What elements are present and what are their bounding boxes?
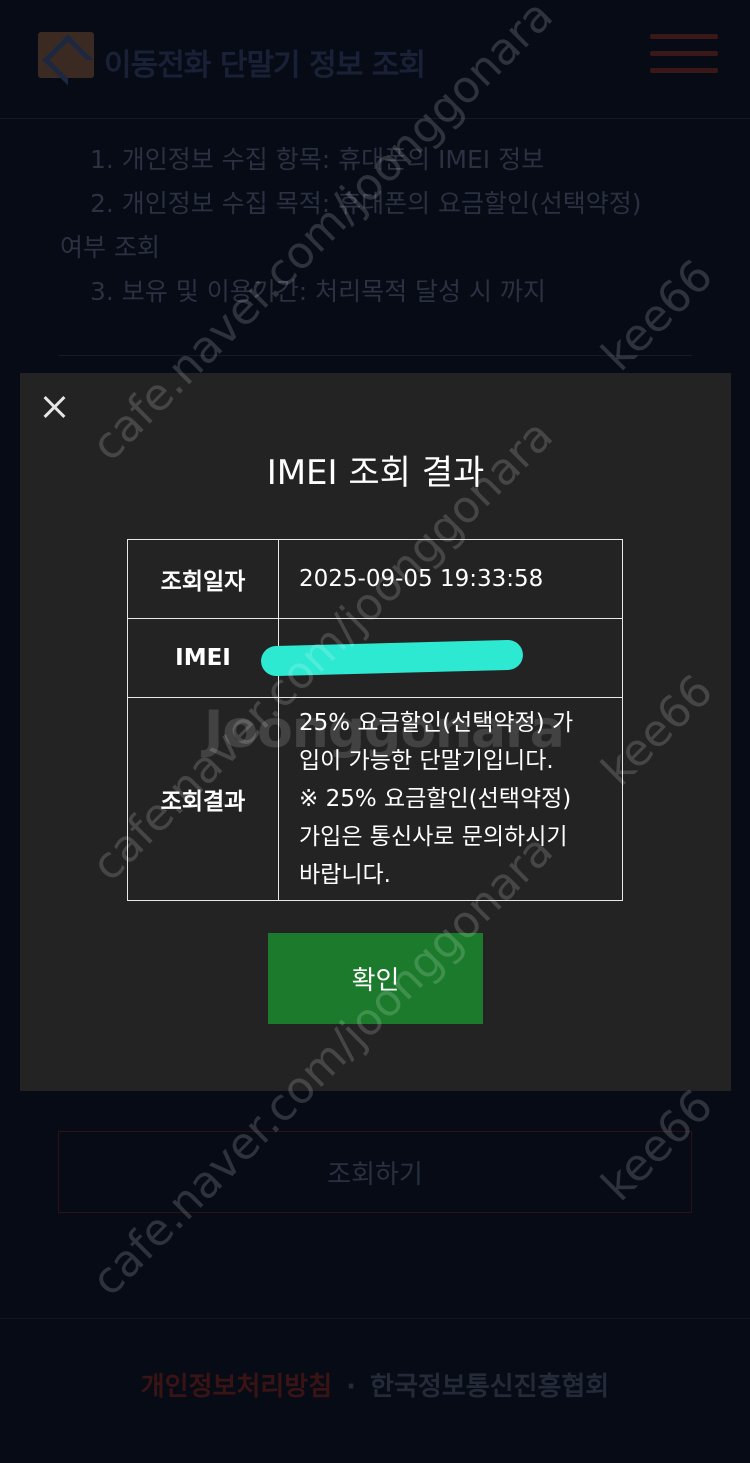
row-value-date: 2025-09-05 19:33:58 xyxy=(278,539,623,619)
row-value-imei xyxy=(260,618,623,698)
row-label-result: 조회결과 xyxy=(127,697,279,901)
modal-title: IMEI 조회 결과 xyxy=(266,453,485,493)
result-line: 바랍니다. xyxy=(299,862,391,888)
row-label-date: 조회일자 xyxy=(127,539,279,619)
consent-line-retention: 3. 보유 및 이용기간: 처리목적 달성 시 까지 xyxy=(90,277,546,306)
result-table: 조회일자 2025-09-05 19:33:58 IMEI 조회결과 25% 요… xyxy=(127,539,623,901)
footer-separator: · xyxy=(346,1372,357,1402)
table-row: 조회일자 2025-09-05 19:33:58 xyxy=(127,539,623,619)
confirm-button[interactable]: 확인 xyxy=(268,933,483,1024)
section-divider xyxy=(58,355,692,356)
privacy-policy-link[interactable]: 개인정보처리방침 xyxy=(141,1372,332,1402)
result-line: 25% 요금할인(선택약정) 가 xyxy=(299,710,574,736)
site-logo-icon[interactable] xyxy=(38,32,94,78)
consent-line-purpose: 2. 개인정보 수집 목적: 휴대폰의 요금할인(선택약정) xyxy=(90,189,642,218)
table-row: 조회결과 25% 요금할인(선택약정) 가 입이 가능한 단말기입니다. ※ 2… xyxy=(127,697,623,901)
search-button[interactable]: 조회하기 xyxy=(58,1131,692,1213)
result-line: 입이 가능한 단말기입니다. xyxy=(299,748,554,774)
redaction-mark xyxy=(260,639,524,677)
footer-divider xyxy=(0,1318,750,1319)
consent-line-items: 1. 개인정보 수집 항목: 휴대폰의 IMEI 정보 xyxy=(90,145,545,174)
privacy-consent-text: 1. 개인정보 수집 항목: 휴대폰의 IMEI 정보 2. 개인정보 수집 목… xyxy=(60,138,700,314)
result-line: 가입은 통신사로 문의하시기 xyxy=(299,824,568,850)
row-label-imei: IMEI xyxy=(127,618,279,698)
imei-result-modal: IMEI 조회 결과 조회일자 2025-09-05 19:33:58 IMEI… xyxy=(20,373,731,1091)
menu-icon[interactable] xyxy=(650,32,718,76)
table-row: IMEI xyxy=(127,618,623,698)
site-logo-text[interactable]: 이동전화 단말기 정보 조회 xyxy=(104,40,426,84)
consent-line-purpose-cont: 여부 조회 xyxy=(60,233,160,262)
row-value-result: 25% 요금할인(선택약정) 가 입이 가능한 단말기입니다. ※ 25% 요금… xyxy=(278,697,623,901)
result-line: ※ 25% 요금할인(선택약정) xyxy=(299,786,572,812)
footer-org-name: 한국정보통신진흥협회 xyxy=(370,1372,610,1402)
close-icon[interactable] xyxy=(38,391,70,423)
footer: 개인정보처리방침 · 한국정보통신진흥협회 xyxy=(0,1366,750,1403)
site-header: 이동전화 단말기 정보 조회 xyxy=(0,0,750,119)
